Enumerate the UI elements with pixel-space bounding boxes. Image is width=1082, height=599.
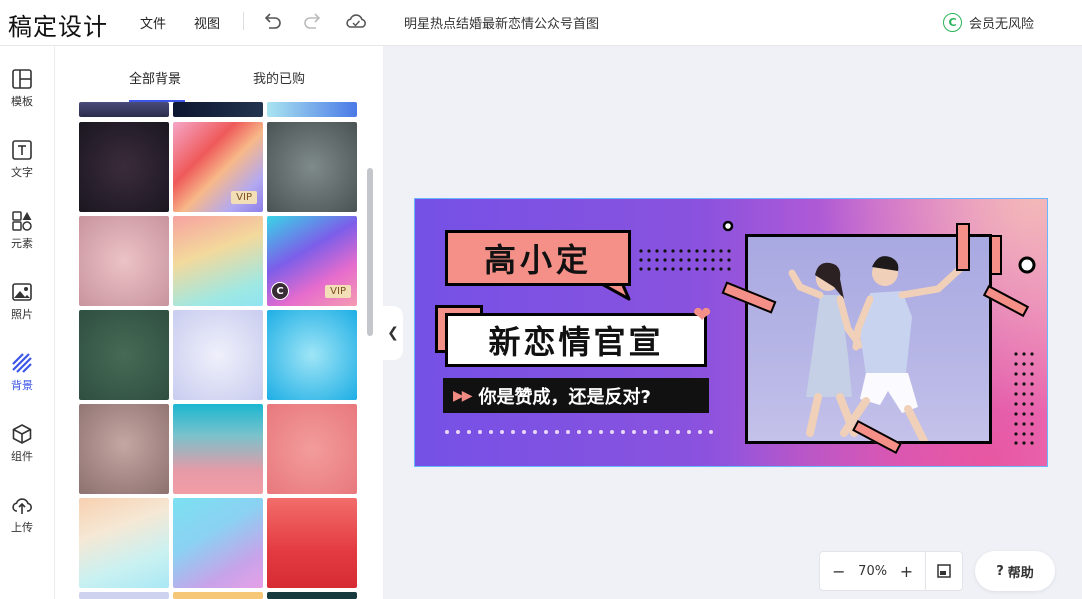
collapse-panel-button[interactable]: ❮ [383,306,403,360]
help-icon: ? [996,563,1004,579]
fit-screen-button[interactable] [926,564,962,578]
left-rail: 模板 文字 元素 照片 背景 组件 上传 [0,46,55,599]
background-thumbnail[interactable] [79,102,169,117]
template-icon [12,69,32,89]
background-thumbnail[interactable] [267,404,357,494]
rail-label-background: 背景 [11,379,33,392]
background-thumbnail[interactable] [79,404,169,494]
heart-icon: ❤ [693,303,712,328]
app-logo[interactable]: 稿定设计 [8,7,108,42]
couple-photo[interactable] [745,234,992,444]
redo-icon[interactable] [302,10,324,32]
document-title[interactable]: 明星热点结婚最新恋情公众号首图 [404,13,599,32]
background-thumbnail[interactable]: VIP [173,122,263,212]
help-button[interactable]: ? 帮助 [975,551,1055,591]
zoom-in-button[interactable]: + [888,562,926,581]
background-thumbnail[interactable] [79,310,169,400]
background-thumbnail[interactable] [79,122,169,212]
rail-item-photo[interactable]: 照片 [0,281,44,337]
background-icon [12,353,32,373]
rail-item-component[interactable]: 组件 [0,423,44,479]
vip-badge: VIP [325,285,351,298]
background-thumbnail[interactable] [173,310,263,400]
background-thumbnail[interactable] [173,102,263,117]
rail-label-text: 文字 [11,166,33,179]
rail-label-upload: 上传 [11,521,33,534]
copyright-icon: C [943,12,962,32]
zoom-out-button[interactable]: − [820,562,858,581]
vip-badge: VIP [231,191,257,204]
member-no-risk[interactable]: C 会员无风险 [943,11,1034,33]
zoom-control: − 70% + [819,551,963,591]
headline-label[interactable]: 新恋情官宣 [445,313,707,367]
tab-all-backgrounds[interactable]: 全部背景 [129,68,181,87]
file-menu[interactable]: 文件 [140,13,166,32]
rail-label-component: 组件 [11,450,33,463]
toolbar-divider [243,12,244,30]
component-icon [12,424,32,444]
tab-my-purchased[interactable]: 我的已购 [253,68,305,87]
background-thumbnail[interactable] [173,498,263,588]
background-thumbnail[interactable] [173,216,263,306]
background-thumbnail[interactable] [267,122,357,212]
rail-label-template: 模板 [11,95,33,108]
zoom-level[interactable]: 70% [858,564,888,579]
fast-forward-icon: ▶▶ [453,387,472,404]
member-text: 会员无风险 [969,16,1035,32]
fit-screen-icon [937,564,951,578]
design-canvas[interactable]: 高小定 新恋情官宣 ❤ ▶▶ 你是赞成，还是反对? [414,198,1048,467]
panel-scrollbar[interactable] [367,168,373,336]
rail-label-elements: 元素 [11,237,33,250]
pink-strip-decoration [990,235,1002,275]
view-menu[interactable]: 视图 [194,13,220,32]
question-text: 你是赞成，还是反对? [478,386,651,408]
title-label[interactable]: 高小定 [445,230,631,286]
background-thumbnail[interactable] [267,498,357,588]
background-thumbnail[interactable] [173,592,263,599]
background-thumbnail[interactable] [79,592,169,599]
rail-label-photo: 照片 [11,308,33,321]
background-thumbnail[interactable] [79,216,169,306]
background-thumbnail[interactable] [267,592,357,599]
rail-item-text[interactable]: 文字 [0,139,44,195]
editor-app: 稿定设计 文件 视图 明星热点结婚最新恋情公众号首图 C 会员无风险 模板 文字… [0,0,1082,599]
background-thumbnail[interactable] [79,498,169,588]
top-bar: 稿定设计 文件 视图 明星热点结婚最新恋情公众号首图 C 会员无风险 [0,0,1082,46]
background-thumbnail[interactable]: C VIP [267,216,357,306]
background-thumbnail[interactable] [267,102,357,117]
photo-icon [12,283,32,301]
rail-item-background[interactable]: 背景 [0,352,44,408]
undo-icon[interactable] [261,10,283,32]
rail-item-upload[interactable]: 上传 [0,494,44,550]
background-thumbnail[interactable] [173,404,263,494]
elements-icon [12,211,32,231]
couple-illustration [788,256,966,441]
rail-item-template[interactable]: 模板 [0,68,44,124]
upload-icon [12,498,32,514]
help-label: 帮助 [1007,565,1034,581]
text-icon [12,140,32,160]
copyright-icon: C [271,282,289,300]
rail-item-elements[interactable]: 元素 [0,210,44,266]
question-banner[interactable]: ▶▶ 你是赞成，还是反对? [443,378,709,413]
cloud-save-icon[interactable] [344,10,368,32]
pink-strip-decoration [956,223,970,271]
background-panel: 全部背景 我的已购 VIP C VIP [55,46,383,599]
background-thumbnail[interactable] [267,310,357,400]
chevron-left-icon: ❮ [387,325,399,341]
